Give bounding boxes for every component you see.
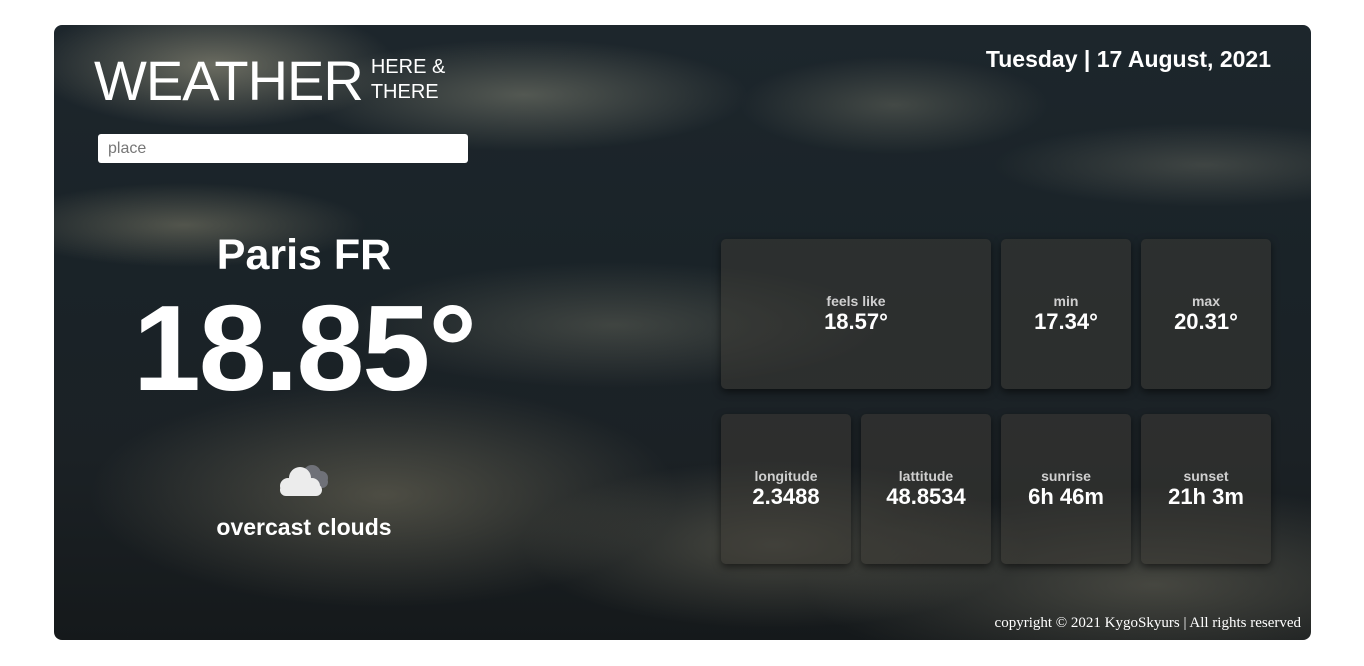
current-date: Tuesday | 17 August, 2021 (985, 46, 1271, 72)
brand-subtitle-line2: THERE (370, 81, 439, 103)
longitude-card: longitude 2.3488 (721, 414, 851, 564)
longitude-value: 2.3488 (752, 484, 820, 509)
footer-copyright: copyright © 2021 KygoSkyurs | All rights… (994, 615, 1301, 631)
feels-like-label: feels like (826, 293, 886, 309)
brand-title: WEATHER (94, 49, 364, 112)
min-temp-value: 17.34° (1034, 309, 1098, 334)
cloud-icon (280, 465, 328, 496)
feels-like-card: feels like 18.57° (721, 239, 991, 389)
brand-subtitle-line1: HERE & (370, 56, 446, 78)
brand-logo: WEATHER HERE & THERE (94, 53, 445, 109)
longitude-label: longitude (754, 468, 818, 484)
sunset-label: sunset (1183, 468, 1229, 484)
min-temp-card: min 17.34° (1001, 239, 1131, 389)
latitude-label: lattitude (898, 468, 954, 484)
weather-app: WEATHER HERE & THERE Tuesday | 17 August… (54, 25, 1311, 640)
brand-subtitle: HERE & THERE (371, 55, 445, 105)
latitude-value: 48.8534 (886, 484, 966, 509)
latitude-card: lattitude 48.8534 (861, 414, 991, 564)
weather-description: overcast clouds (216, 514, 392, 540)
max-temp-card: max 20.31° (1141, 239, 1271, 389)
city-name: Paris FR (216, 231, 392, 279)
place-search-input[interactable] (98, 134, 468, 163)
sunset-card: sunset 21h 3m (1141, 414, 1271, 564)
sunrise-value: 6h 46m (1028, 484, 1104, 509)
sunrise-label: sunrise (1041, 468, 1091, 484)
sunset-value: 21h 3m (1168, 484, 1244, 509)
max-temp-label: max (1191, 293, 1221, 309)
max-temp-value: 20.31° (1174, 309, 1238, 334)
current-weather: Paris FR 18.85° overcast clouds (104, 230, 504, 541)
sunrise-card: sunrise 6h 46m (1001, 414, 1131, 564)
current-temperature: 18.85° (132, 280, 477, 416)
min-temp-label: min (1053, 293, 1079, 309)
feels-like-value: 18.57° (824, 309, 888, 334)
